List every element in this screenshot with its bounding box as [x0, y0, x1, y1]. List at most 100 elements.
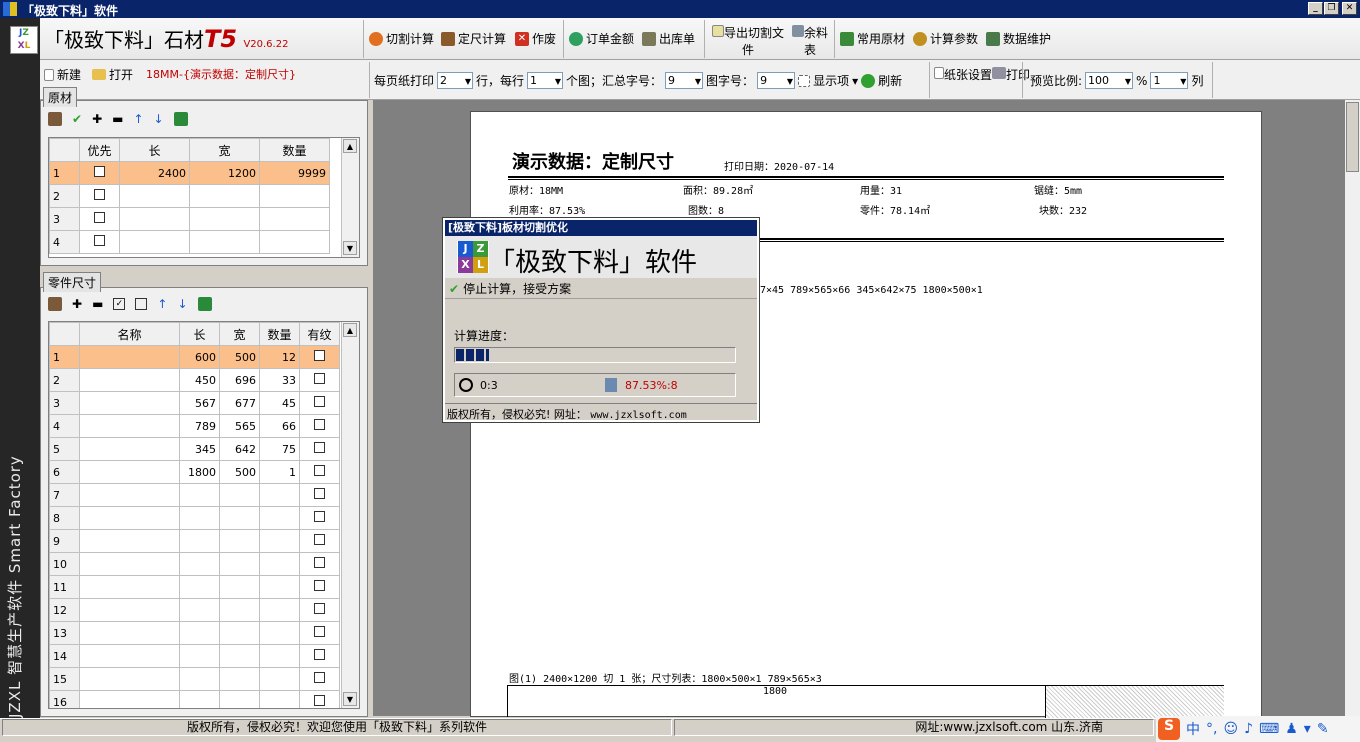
- scroll-down-icon[interactable]: ▼: [343, 241, 357, 255]
- layout-icon[interactable]: [48, 112, 62, 126]
- sum-font-select[interactable]: 9: [665, 72, 704, 89]
- open-button[interactable]: 打开: [92, 66, 133, 83]
- display-items-button[interactable]: 显示项: [813, 72, 849, 89]
- arrow-up-icon[interactable]: ↑: [133, 112, 143, 126]
- grain-checkbox[interactable]: [314, 672, 325, 683]
- priority-checkbox[interactable]: [94, 166, 105, 177]
- new-button[interactable]: 新建: [44, 66, 81, 83]
- table-row[interactable]: 12: [49, 598, 340, 622]
- arrow-down-icon[interactable]: ↓: [177, 297, 187, 311]
- table-row[interactable]: 3: [49, 207, 330, 231]
- calc-params-button[interactable]: 计算参数: [913, 30, 978, 47]
- minimize-button[interactable]: _: [1308, 2, 1323, 15]
- order-amount-button[interactable]: 订单金额: [569, 30, 634, 47]
- add-icon[interactable]: ✚: [92, 112, 102, 126]
- grain-checkbox[interactable]: [314, 580, 325, 591]
- table-row[interactable]: 1 600 500 12: [49, 345, 340, 369]
- void-button[interactable]: ✕ 作废: [515, 30, 556, 47]
- grain-checkbox[interactable]: [314, 511, 325, 522]
- fixed-calc-button[interactable]: 定尺计算: [441, 30, 506, 47]
- data-maintenance-button[interactable]: 数据维护: [986, 30, 1051, 47]
- arrow-up-icon[interactable]: ↑: [157, 297, 167, 311]
- user-icon[interactable]: ♟: [1285, 721, 1298, 737]
- remove-icon[interactable]: ▬: [112, 112, 123, 126]
- shirt-icon[interactable]: ▾: [1304, 721, 1311, 737]
- scroll-down-icon[interactable]: ▼: [343, 692, 357, 706]
- add-icon[interactable]: ✚: [72, 297, 82, 311]
- table-row[interactable]: 2 450 696 33: [49, 368, 340, 392]
- fig-font-select[interactable]: 9: [757, 72, 796, 89]
- scroll-thumb[interactable]: [1346, 102, 1359, 172]
- tab-materials[interactable]: 原材: [43, 87, 78, 107]
- mic-icon[interactable]: ♪: [1244, 721, 1253, 737]
- emoji-icon[interactable]: ☺: [1223, 721, 1238, 737]
- close-button[interactable]: ✕: [1342, 2, 1357, 15]
- arrow-down-icon[interactable]: ↓: [154, 112, 164, 126]
- preview-scrollbar[interactable]: [1345, 100, 1360, 716]
- outbound-button[interactable]: 出库单: [642, 30, 695, 47]
- grain-checkbox[interactable]: [314, 649, 325, 660]
- scroll-up-icon[interactable]: ▲: [343, 139, 357, 153]
- table-row[interactable]: 9: [49, 529, 340, 553]
- uncheck-all-icon[interactable]: [135, 298, 148, 310]
- grain-checkbox[interactable]: [314, 626, 325, 637]
- excel-icon[interactable]: [197, 297, 212, 311]
- print-button[interactable]: 打印: [992, 66, 1030, 83]
- stop-accept-button[interactable]: ✔ 停止计算，接受方案: [449, 280, 571, 297]
- table-row[interactable]: 15: [49, 667, 340, 691]
- tab-parts[interactable]: 零件尺寸: [43, 272, 102, 292]
- ime-mode[interactable]: 中: [1186, 719, 1200, 739]
- table-row[interactable]: 8: [49, 506, 340, 530]
- table-row[interactable]: 16: [49, 690, 340, 708]
- grain-checkbox[interactable]: [314, 396, 325, 407]
- table-row[interactable]: 6 1800 500 1: [49, 460, 340, 484]
- priority-checkbox[interactable]: [94, 235, 105, 246]
- grain-checkbox[interactable]: [314, 488, 325, 499]
- grain-checkbox[interactable]: [314, 534, 325, 545]
- ratio-select[interactable]: 100: [1085, 72, 1134, 89]
- scroll-up-icon[interactable]: ▲: [343, 323, 357, 337]
- table-row[interactable]: 2: [49, 184, 330, 208]
- remnant-table-button[interactable]: 余料表: [790, 24, 830, 58]
- table-row[interactable]: 14: [49, 644, 340, 668]
- grain-checkbox[interactable]: [314, 373, 325, 384]
- cols-select[interactable]: 1: [1150, 72, 1189, 89]
- cut-calc-button[interactable]: 切割计算: [369, 30, 434, 47]
- table-row[interactable]: 7: [49, 483, 340, 507]
- check-icon[interactable]: ✔: [72, 112, 82, 126]
- table-row[interactable]: 3 567 677 45: [49, 391, 340, 415]
- table-row[interactable]: 10: [49, 552, 340, 576]
- grain-checkbox[interactable]: [314, 695, 325, 706]
- grain-checkbox[interactable]: [314, 442, 325, 453]
- common-material-button[interactable]: 常用原材: [840, 30, 905, 47]
- table-row[interactable]: 13: [49, 621, 340, 645]
- grain-checkbox[interactable]: [314, 603, 325, 614]
- punct-icon[interactable]: °,: [1206, 721, 1217, 737]
- per-row-select[interactable]: 1: [527, 72, 564, 89]
- grain-checkbox[interactable]: [314, 350, 325, 361]
- priority-checkbox[interactable]: [94, 189, 105, 200]
- layout-icon[interactable]: [48, 297, 62, 311]
- check-all-icon[interactable]: ✓: [113, 298, 126, 310]
- table-row[interactable]: 4 789 565 66: [49, 414, 340, 438]
- grain-checkbox[interactable]: [314, 557, 325, 568]
- refresh-button[interactable]: 刷新: [878, 72, 902, 89]
- per-page-select[interactable]: 2: [437, 72, 474, 89]
- tools-icon[interactable]: ✎: [1317, 721, 1329, 737]
- page-setup-button[interactable]: 纸张设置: [934, 66, 992, 83]
- sogou-icon[interactable]: S: [1158, 718, 1180, 740]
- grain-checkbox[interactable]: [314, 419, 325, 430]
- remove-icon[interactable]: ▬: [92, 297, 103, 311]
- table-row[interactable]: 4: [49, 230, 330, 254]
- grain-checkbox[interactable]: [314, 465, 325, 476]
- keyboard-icon[interactable]: ⌨: [1259, 721, 1279, 737]
- table-row[interactable]: 1 2400 1200 9999: [49, 161, 330, 185]
- parts-scrollbar[interactable]: ▲ ▼: [341, 322, 359, 708]
- restore-button[interactable]: ❐: [1324, 2, 1339, 15]
- table-row[interactable]: 11: [49, 575, 340, 599]
- table-row[interactable]: 5 345 642 75: [49, 437, 340, 461]
- export-cut-file-button[interactable]: 导出切割文件: [710, 24, 786, 58]
- excel-icon[interactable]: [173, 112, 188, 126]
- materials-scrollbar[interactable]: ▲ ▼: [341, 138, 359, 257]
- priority-checkbox[interactable]: [94, 212, 105, 223]
